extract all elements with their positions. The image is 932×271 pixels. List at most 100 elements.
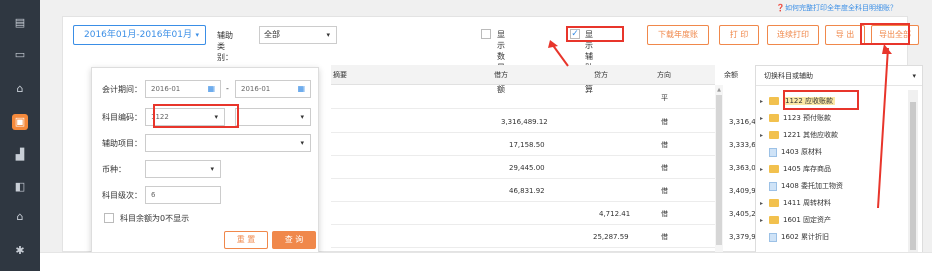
caret-down-icon: ▾ [210,165,214,173]
account-code-label: 科目编码： [102,113,142,122]
file-icon [769,147,777,157]
tree-item[interactable]: 1408 委托加工物资 [760,179,843,194]
cell-direction: 借 [661,141,668,149]
table-row[interactable]: 3,316,489.12 借 3,316,489.12 [331,111,776,133]
table-scrollbar[interactable]: ▲ [715,85,723,253]
tree-item-label: 1408 委托加工物资 [781,182,844,190]
aux-item-label: 辅助项目： [102,139,142,148]
aux-item-select[interactable]: ▾ [145,134,311,152]
settings-icon[interactable]: ✱ [13,244,27,258]
folder-icon [769,114,779,122]
expand-arrow-icon[interactable]: ▸ [760,213,769,228]
tree-scrollbar[interactable] [908,90,918,254]
period-label: 会计期间： [102,85,142,94]
level-input[interactable]: 6 [145,186,221,204]
table-row[interactable]: 4,712.41 借 3,405,212.13 [331,203,776,225]
tree-item[interactable]: ▸ 1601 固定资产 [760,213,831,228]
caret-down-icon: ▾ [912,72,916,80]
cell-credit: 25,287.59 [593,233,629,241]
cell-direction: 借 [661,187,668,195]
aux-category-value: 全部 [264,30,280,39]
scroll-thumb[interactable] [716,95,722,245]
zero-balance-checkbox[interactable] [104,213,114,223]
tree-item-label: 1411 周转材料 [783,199,832,207]
period-start-input[interactable]: 2016-01 ▦ [145,80,221,98]
document-icon[interactable]: ▤ [13,16,27,30]
level-label: 科目级次： [102,191,142,200]
cell-credit: 4,712.41 [599,210,631,218]
period-end-value: 2016-01 [241,85,271,93]
folder-icon [769,97,779,105]
table-row[interactable]: 25,287.59 借 3,379,924.54 [331,226,776,248]
show-qty-label: 显示数量金额 [497,30,505,94]
date-range-label: 2016年01月-2016年01月 [84,30,192,40]
table-row[interactable]: 17,158.50 借 3,333,647.62 [331,134,776,156]
tree-item-label: 1601 固定资产 [783,216,832,224]
aux-category-select[interactable]: 全部 ▾ [259,26,337,44]
expand-arrow-icon[interactable]: ▸ [760,128,769,143]
tree-item[interactable]: ▸ 1221 其他应收款 [760,128,838,143]
folder-icon [769,216,779,224]
home-icon[interactable]: ⌂ [13,210,27,224]
cell-debit: 3,316,489.12 [501,118,548,126]
help-link[interactable]: ❓如何完整打印全年度全科目明细账？ [776,3,897,13]
cell-direction: 平 [661,94,668,102]
cell-debit: 29,445.00 [509,164,545,172]
col-summary: 摘要 [333,71,347,79]
tree-item[interactable]: ▸ 1123 预付账款 [760,111,831,126]
card-icon[interactable]: ▭ [13,48,27,62]
zero-balance-label: 科目余额为0不显示 [120,214,190,223]
tree-item[interactable]: ▸ 1405 库存商品 [760,162,831,177]
continuous-print-button[interactable]: 连续打印 [767,25,819,45]
tree-item-label: 1221 其他应收款 [783,131,839,139]
download-year-button[interactable]: 下载年度账 [647,25,709,45]
cell-debit: 17,158.50 [509,141,545,149]
expand-arrow-icon[interactable]: ▸ [760,196,769,211]
export-button[interactable]: 导 出 [825,25,865,45]
file-icon [769,181,777,191]
print-button[interactable]: 打 印 [719,25,759,45]
account-code-second-select[interactable]: ▾ [235,108,311,126]
tree-item[interactable]: 1403 原材料 [760,145,822,160]
tree-switch-select[interactable]: 切换科目或辅助 ▾ [756,66,922,86]
period-start-value: 2016-01 [151,85,181,93]
folder-icon [769,199,779,207]
tree-item[interactable]: ▸ 1411 周转材料 [760,196,831,211]
scroll-up-icon[interactable]: ▲ [715,87,723,93]
tree-item[interactable]: 1602 累计折旧 [760,230,829,245]
tree-header-label: 切换科目或辅助 [764,72,813,80]
show-qty-checkbox[interactable] [481,29,491,39]
export-icon[interactable]: ◧ [13,180,27,194]
period-separator: - [226,84,229,93]
query-button[interactable]: 查 询 [272,231,316,249]
col-direction: 方向 [657,71,671,79]
tree-item-label: 1403 原材料 [781,148,823,156]
caret-down-icon: ▾ [326,31,330,39]
bottom-bar [40,252,932,271]
folder-icon [769,165,779,173]
cell-direction: 借 [661,210,668,218]
chart-icon[interactable]: ▟ [13,148,27,162]
period-end-input[interactable]: 2016-01 ▦ [235,80,311,98]
tree-scroll-thumb[interactable] [910,102,916,250]
currency-select[interactable]: ▾ [145,160,221,178]
expand-arrow-icon[interactable]: ▸ [760,94,769,109]
tree-item-label: 1602 累计折旧 [781,233,830,241]
calendar-icon[interactable]: ▦ [207,81,215,97]
table-row[interactable]: 46,831.92 借 3,409,924.54 [331,180,776,202]
report-icon[interactable]: ▣ [12,114,28,130]
reset-button[interactable]: 重 置 [224,231,268,249]
filter-panel: 会计期间： 2016-01 ▦ - 2016-01 ▦ 科目编码： 1122 ▾… [91,67,319,255]
ledger-icon[interactable]: ⌂ [13,82,27,96]
main-area: ❓如何完整打印全年度全科目明细账？ 2016年01月-2016年01月 ▾ 辅助… [40,0,932,271]
level-value: 6 [151,191,156,199]
expand-arrow-icon[interactable]: ▸ [760,162,769,177]
table-row[interactable]: 29,445.00 借 3,363,092.62 [331,157,776,179]
folder-icon [769,131,779,139]
calendar-icon[interactable]: ▦ [297,81,305,97]
cell-direction: 借 [661,233,668,241]
date-range-button[interactable]: 2016年01月-2016年01月 ▾ [73,25,206,45]
expand-arrow-icon[interactable]: ▸ [760,111,769,126]
table-header: 摘要 借方 贷方 方向 余额 [331,65,738,85]
table-row[interactable]: 平 [331,87,715,109]
